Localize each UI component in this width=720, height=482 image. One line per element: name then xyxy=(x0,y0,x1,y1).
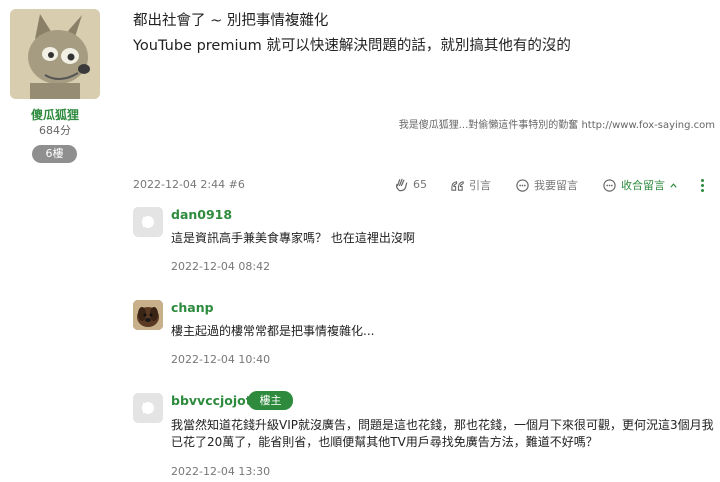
reply-button[interactable]: 我要留言 xyxy=(515,177,578,193)
author-points: 684分 xyxy=(39,124,71,137)
floor-badge[interactable]: 6樓 xyxy=(32,145,77,163)
comment-avatar[interactable] xyxy=(133,393,163,423)
post-text-line-1: 都出社會了 ~ 別把事情複雜化 xyxy=(133,13,329,29)
comment-avatar[interactable] xyxy=(133,300,163,330)
reply-label: 我要留言 xyxy=(534,179,578,192)
default-avatar-icon xyxy=(142,216,154,228)
comment-date: 2022-12-04 13:30 xyxy=(171,465,271,478)
comment-date: 2022-12-04 10:40 xyxy=(171,353,271,366)
collapse-label: 收合留言 xyxy=(621,179,665,192)
chevron-up-icon xyxy=(670,182,677,188)
post-date: 2022-12-04 2:44 #6 xyxy=(133,178,245,191)
quote-button[interactable]: 引言 xyxy=(450,177,491,193)
like-button[interactable]: 65 xyxy=(394,177,427,192)
comment-text: 這是資訊高手兼美食專家嗎？ 也在這裡出沒啊 xyxy=(171,231,415,245)
op-badge: 樓主 xyxy=(248,391,293,410)
fox-avatar-image xyxy=(10,9,100,99)
comment-date: 2022-12-04 08:42 xyxy=(171,260,271,273)
author-name[interactable]: 傻瓜狐狸 xyxy=(0,106,110,123)
comment-text: 樓主起過的樓常常都是把事情複雜化... xyxy=(171,324,375,338)
comment-author[interactable]: bbvvccjojotv xyxy=(171,393,260,408)
comment-author[interactable]: chanp xyxy=(171,300,214,315)
post-signature: 我是傻瓜狐狸...對偷懶這件事特別的勤奮 http://www.fox-sayi… xyxy=(398,120,715,131)
collapse-comments-button[interactable]: 收合留言 xyxy=(602,177,678,193)
like-count: 65 xyxy=(413,178,427,191)
collapse-comment-icon xyxy=(603,178,616,192)
comment-avatar[interactable] xyxy=(133,207,163,237)
comment-text-line-2: 已花了20萬了，能省則省，也順便幫其他TV用戶尋找免廣告方法，難道不好嗎？ xyxy=(171,435,598,449)
post-text-line-2: YouTube premium 就可以快速解決問題的話，就別搞其他有的沒的 xyxy=(133,38,571,54)
dog-avatar-image xyxy=(133,300,163,330)
comment-icon xyxy=(516,178,529,192)
quote-icon xyxy=(451,180,464,191)
more-vertical-icon[interactable] xyxy=(700,179,706,193)
clap-icon xyxy=(396,178,408,192)
comment-author[interactable]: dan0918 xyxy=(171,207,232,222)
default-avatar-icon xyxy=(142,402,154,414)
author-avatar[interactable] xyxy=(10,9,100,99)
comment-text-line-1: 我當然知道花錢升級VIP就沒廣告，問題是這也花錢，那也花錢，一個月下來很可觀，更… xyxy=(171,418,714,432)
quote-label: 引言 xyxy=(469,179,491,192)
